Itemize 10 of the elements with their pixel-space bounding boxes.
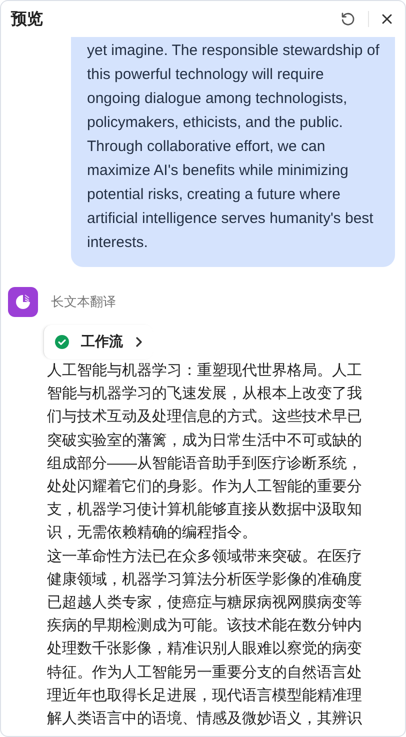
chevron-right-icon — [135, 337, 143, 347]
bot-name: 长文本翻译 — [51, 293, 116, 311]
workflow-button[interactable]: 工作流 — [43, 325, 153, 359]
message-text: yet imagine. The responsible stewardship of this powerful technology will require ongoing dialogue among technologists, policymakers, ethicists, and the public. Through collaborative effort, we can maximize AI's benefits while minimizing potential risks, creating a future where artificial intelligence serves humanity's best interests. — [87, 41, 380, 253]
refresh-icon[interactable] — [340, 11, 356, 27]
close-icon[interactable] — [381, 13, 393, 25]
window-title: 预览 — [11, 10, 43, 30]
answer-paragraph: 这一革命性方法已在众多领域带来突破。在医疗健康领域，机器学习算法分析医学影像的准确度已超越人类专家，使癌症与糖尿病视网膜病变等疾病的早期检测成为可能。该技术能在数分钟内处理数千张影像，精准识别人眼难以察觉的病变特征。作为人工智能另一重要分支的自然语言处理近年也取得长足进展，现代语言模型能精准理解人类语言中的语境、情感及微妙语义，其辨识 — [47, 546, 363, 730]
answer-paragraph: 人工智能与机器学习：重塑现代世界格局。人工智能与机器学习的飞速发展，从根本上改变了我们与技术互动及处理信息的方式。这些技术早已突破实验室的藩篱，成为日常生活中不可或缺的组成部分——从智能语音助手到医疗诊断系统，处处闪耀着它们的身影。作为人工智能的重要分支，机器学习使计算机能够直接从数据中汲取知识，无需依赖精确的编程指令。 — [47, 361, 363, 544]
bot-avatar-icon — [8, 287, 38, 317]
